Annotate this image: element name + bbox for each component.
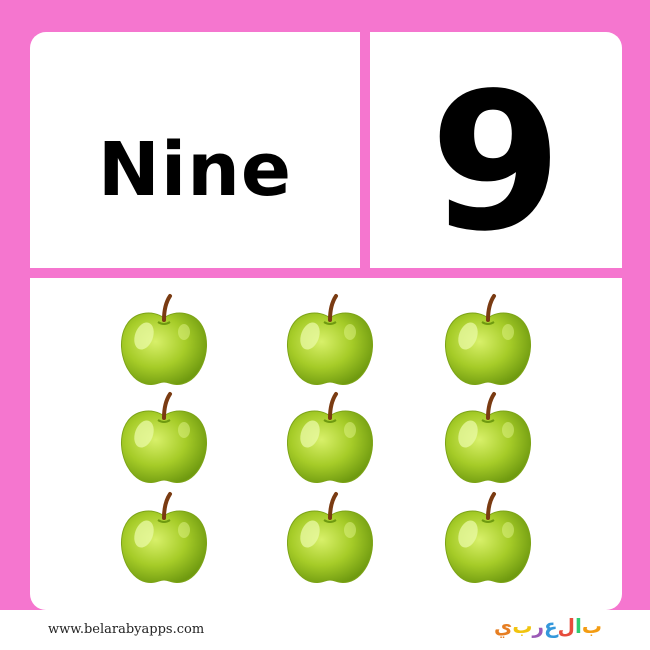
green-apple-icon bbox=[114, 490, 214, 590]
brand-logo: بالعربي bbox=[494, 614, 603, 638]
counting-card bbox=[30, 278, 622, 610]
word-card: Nine bbox=[30, 32, 360, 268]
green-apple-icon bbox=[438, 292, 538, 392]
footer: www.belarabyapps.com بالعربي bbox=[0, 610, 650, 650]
green-apple-icon bbox=[280, 390, 380, 490]
green-apple-icon bbox=[438, 490, 538, 590]
numeral-card: 9 bbox=[370, 32, 622, 268]
number-word: Nine bbox=[97, 127, 293, 213]
number-digit: 9 bbox=[429, 52, 563, 273]
green-apple-icon bbox=[114, 292, 214, 392]
green-apple-icon bbox=[280, 490, 380, 590]
website-url: www.belarabyapps.com bbox=[48, 622, 205, 637]
green-apple-icon bbox=[438, 390, 538, 490]
green-apple-icon bbox=[280, 292, 380, 392]
green-apple-icon bbox=[114, 390, 214, 490]
